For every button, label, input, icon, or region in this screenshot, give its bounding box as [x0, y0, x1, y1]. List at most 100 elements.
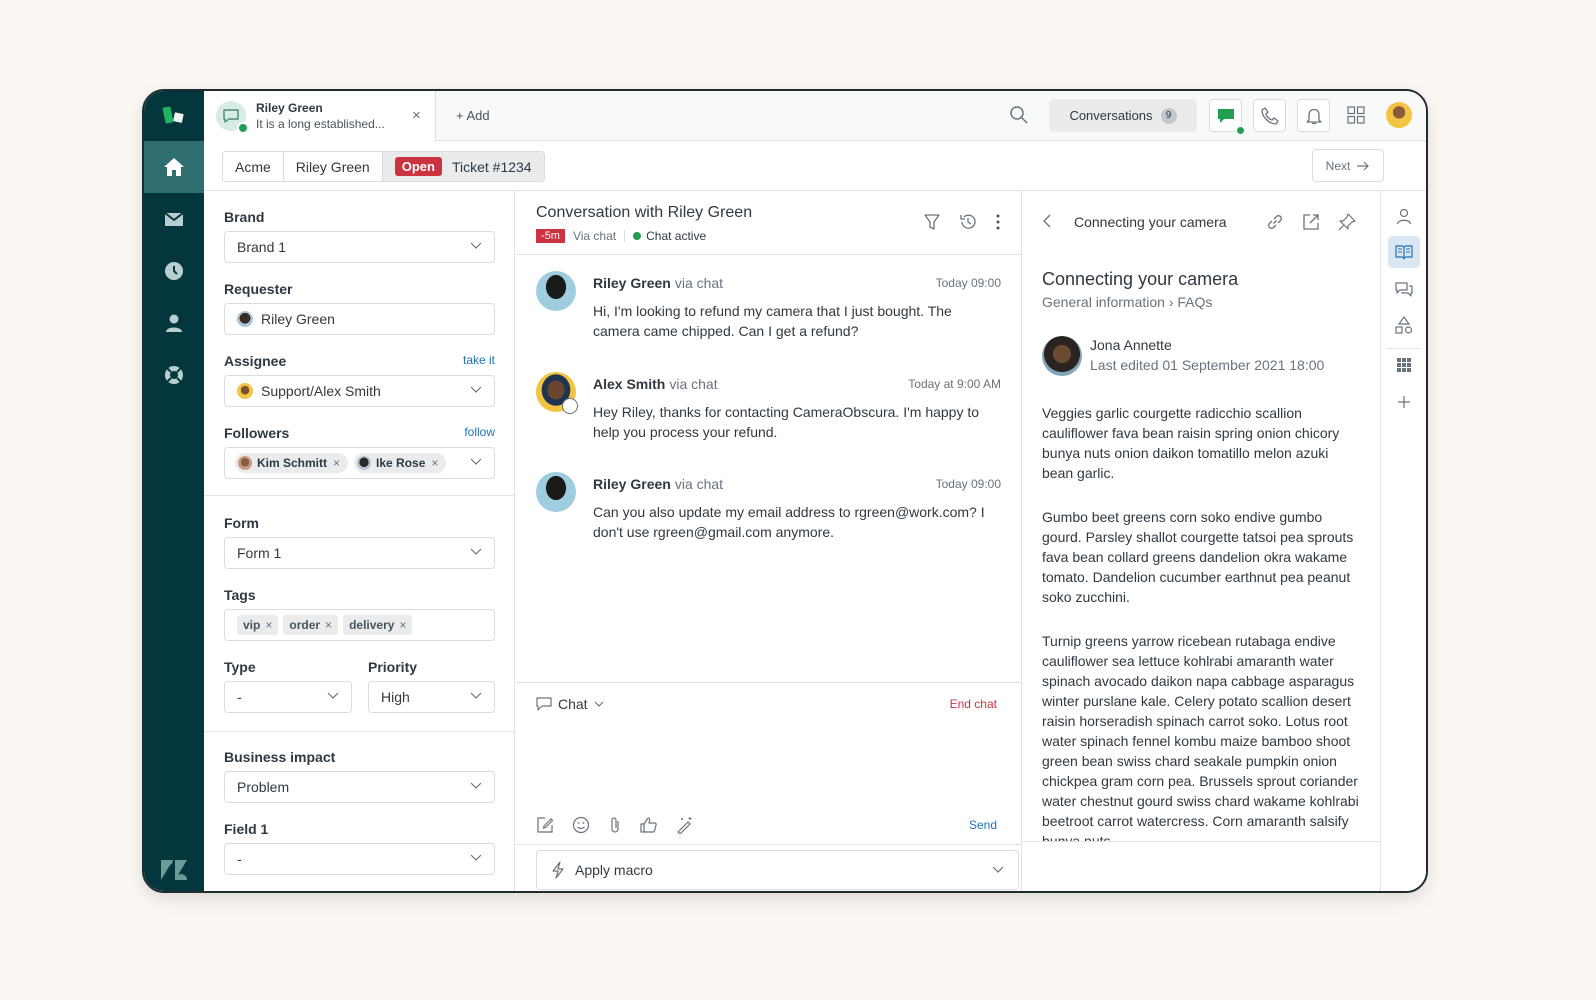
ticket-tab[interactable]: Riley Green It is a long established... … [204, 91, 436, 141]
arrow-right-icon [1357, 161, 1370, 170]
brand-label: Brand [224, 209, 265, 225]
pin-icon[interactable] [1338, 213, 1356, 231]
channel-name: Chat [558, 696, 588, 712]
tag-name: delivery [349, 618, 395, 632]
compose-icon[interactable] [536, 816, 554, 834]
breadcrumb-org[interactable]: Acme [223, 152, 284, 181]
rail-knowledge[interactable] [1388, 236, 1420, 268]
author-avatar [1042, 336, 1082, 376]
field-1-label: Field 1 [224, 821, 269, 837]
close-tab-button[interactable]: × [412, 107, 421, 124]
phone-button[interactable] [1253, 99, 1286, 132]
link-icon[interactable] [1266, 213, 1284, 231]
send-button[interactable]: Send [969, 818, 997, 832]
remove-tag-icon[interactable]: × [399, 618, 406, 632]
rail-add[interactable] [1388, 386, 1420, 418]
notifications-button[interactable] [1297, 99, 1330, 132]
apply-macro-select[interactable]: Apply macro [536, 850, 1019, 890]
knowledge-panel: Connecting your camera Connecting your c… [1021, 191, 1384, 891]
nav-reporting[interactable] [144, 245, 204, 297]
field-1-select[interactable]: - [224, 843, 495, 875]
open-external-icon[interactable] [1302, 213, 1320, 231]
assignee-select[interactable]: Support/Alex Smith [224, 375, 495, 407]
message: Riley Green via chat Today 09:00 Hi, I'm … [536, 271, 1001, 341]
channel-switcher[interactable]: Chat [536, 696, 604, 712]
nav-customers[interactable] [144, 297, 204, 349]
add-tab-button[interactable]: + Add [456, 108, 490, 123]
context-rail [1380, 191, 1426, 891]
shapes-icon [1395, 316, 1413, 334]
message-body: Can you also update my email address to … [593, 504, 985, 540]
attachment-icon[interactable] [608, 816, 622, 834]
grid-icon [1347, 106, 1365, 124]
business-impact-select[interactable]: Problem [224, 771, 495, 803]
back-icon[interactable] [1042, 213, 1052, 229]
take-it-link[interactable]: take it [463, 353, 495, 369]
message-avatar [536, 271, 576, 311]
nav-help[interactable] [144, 349, 204, 401]
emoji-icon[interactable] [572, 816, 590, 834]
remove-follower-icon[interactable]: × [431, 456, 438, 470]
user-avatar[interactable] [1386, 102, 1412, 128]
business-impact-value: Problem [237, 779, 290, 795]
remove-tag-icon[interactable]: × [265, 618, 272, 632]
requester-field: Requester Riley Green [224, 281, 495, 335]
nav-views[interactable] [144, 193, 204, 245]
magic-wand-icon[interactable] [676, 816, 694, 834]
chevron-down-icon[interactable] [470, 458, 482, 466]
chevron-down-icon [470, 386, 482, 393]
macro-bar: Apply macro [516, 844, 1021, 891]
chat-status-button[interactable] [1209, 99, 1245, 135]
remove-follower-icon[interactable]: × [333, 456, 340, 470]
chat-icon [1217, 108, 1234, 123]
type-value: - [237, 689, 242, 705]
followers-input[interactable]: Kim Schmitt × Ike Rose × [224, 447, 495, 479]
breadcrumb-requester[interactable]: Riley Green [283, 152, 383, 181]
apps-button[interactable] [1347, 106, 1365, 129]
end-chat-button[interactable]: End chat [950, 697, 997, 711]
requester-input[interactable]: Riley Green [224, 303, 495, 335]
mail-icon [164, 212, 184, 226]
chevron-down-icon [470, 548, 482, 555]
type-select[interactable]: - [224, 681, 352, 713]
rail-customer-context[interactable] [1388, 201, 1420, 233]
type-label: Type [224, 659, 256, 675]
history-icon[interactable] [959, 213, 977, 231]
product-logo-icon [162, 106, 184, 124]
product-logo[interactable] [144, 91, 204, 141]
knowledge-header-title: Connecting your camera [1074, 214, 1227, 230]
user-outline-icon [1396, 208, 1412, 225]
next-ticket-button[interactable]: Next [1312, 149, 1384, 182]
more-options-icon[interactable] [995, 213, 1001, 231]
rail-conversations[interactable] [1388, 273, 1420, 305]
business-impact-label: Business impact [224, 749, 336, 765]
chat-bubble-icon [223, 109, 239, 123]
breadcrumb-ticket[interactable]: Open Ticket #1234 [382, 152, 544, 181]
article-section[interactable]: FAQs [1177, 294, 1212, 310]
knowledge-header: Connecting your camera [1022, 191, 1384, 255]
follower-avatar [357, 456, 372, 470]
thumbs-up-icon[interactable] [640, 816, 658, 834]
nav-home[interactable] [144, 141, 204, 193]
meta-separator [624, 230, 626, 242]
message: Alex Smith via chat Today at 9:00 AM Hey … [536, 372, 1001, 442]
rail-app-grid[interactable] [1388, 349, 1420, 381]
priority-select[interactable]: High [368, 681, 495, 713]
conversations-button[interactable]: Conversations 9 [1049, 99, 1197, 132]
brand-select[interactable]: Brand 1 [224, 231, 495, 263]
message-channel: via chat [674, 275, 724, 291]
form-select[interactable]: Form 1 [224, 537, 495, 569]
brand-value: Brand 1 [237, 239, 287, 255]
filter-icon[interactable] [923, 213, 941, 231]
rail-apps[interactable] [1388, 309, 1420, 341]
article-category[interactable]: General information [1042, 294, 1165, 310]
chevron-down-icon [594, 701, 604, 707]
search-button[interactable] [1009, 105, 1029, 130]
clock-icon [165, 262, 183, 280]
channel-label: Via chat [572, 229, 617, 243]
remove-tag-icon[interactable]: × [325, 618, 332, 632]
form-label: Form [224, 515, 259, 531]
follow-link[interactable]: follow [464, 425, 495, 441]
tags-input[interactable]: vip × order × delivery × [224, 609, 495, 641]
assignee-avatar [237, 383, 253, 399]
